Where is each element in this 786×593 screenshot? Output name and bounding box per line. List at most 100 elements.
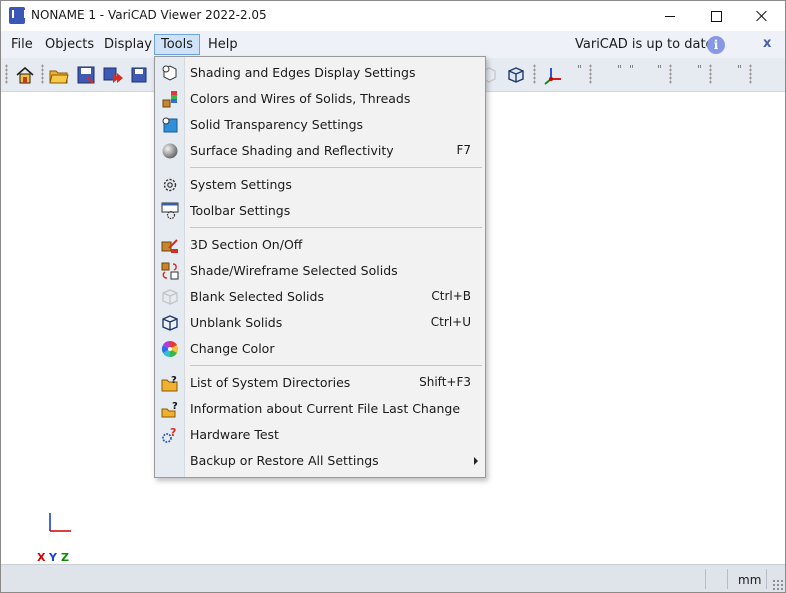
toolbar-tick: "	[617, 63, 624, 76]
toolbar-grip[interactable]	[533, 64, 536, 84]
axis-z-label: Z	[61, 551, 69, 564]
menu-item-shade-wireframe[interactable]: Shade/Wireframe Selected Solids	[155, 258, 485, 284]
menu-item-label: Change Color	[190, 341, 275, 356]
colors-icon	[162, 91, 177, 108]
toolbar-grip[interactable]	[5, 64, 8, 84]
menu-item-label: Hardware Test	[190, 427, 279, 442]
application-window: NONAME 1 - VariCAD Viewer 2022-2.05 File…	[0, 0, 786, 593]
toolbar-grip[interactable]	[749, 64, 752, 84]
menu-item-label: Backup or Restore All Settings	[190, 453, 379, 468]
cube-icon	[162, 315, 178, 331]
menu-item-change-color[interactable]: Change Color	[155, 336, 485, 362]
menu-item-label: Information about Current File Last Chan…	[190, 401, 461, 416]
dismiss-notification-button[interactable]: x	[763, 36, 771, 51]
menu-item-label: Shading and Edges Display Settings	[190, 65, 416, 80]
gear-icon	[163, 178, 177, 192]
resize-grip-icon[interactable]	[772, 579, 784, 591]
menu-help[interactable]: Help	[202, 35, 244, 54]
maximize-button[interactable]	[693, 1, 739, 31]
toolbar-settings-icon	[161, 202, 179, 220]
svg-text:?: ?	[172, 401, 178, 412]
menu-item-unblank-solids[interactable]: Unblank Solids Ctrl+U	[155, 310, 485, 336]
menu-item-surface-shading[interactable]: Surface Shading and Reflectivity F7	[155, 138, 485, 164]
toolbar-grip[interactable]	[41, 64, 44, 84]
menu-objects[interactable]: Objects	[39, 35, 100, 54]
toolbar-tick: "	[577, 63, 584, 76]
maximize-icon	[710, 10, 722, 22]
menu-separator	[190, 365, 482, 366]
save-icon[interactable]	[76, 65, 96, 85]
save-all-icon[interactable]	[130, 65, 150, 85]
update-status-text: VariCAD is up to date	[575, 37, 714, 52]
status-separator	[705, 569, 706, 589]
menu-item-toolbar-settings[interactable]: Toolbar Settings	[155, 198, 485, 224]
toolbar-grip[interactable]	[709, 64, 712, 84]
axis-x-label: X	[37, 551, 46, 564]
toolbar-tick: "	[629, 63, 636, 76]
status-separator	[766, 569, 767, 589]
menu-separator	[190, 227, 482, 228]
menu-item-label: Colors and Wires of Solids, Threads	[190, 91, 411, 106]
info-icon[interactable]: i	[707, 36, 725, 54]
cube-icon[interactable]	[506, 65, 526, 85]
menu-item-shortcut: Ctrl+U	[430, 315, 471, 329]
menu-item-backup-restore[interactable]: Backup or Restore All Settings	[155, 448, 485, 474]
unit-indicator: mm	[738, 573, 762, 587]
sphere-icon	[162, 143, 178, 159]
shading-icon	[162, 65, 177, 81]
folder-question-icon: ?	[161, 375, 178, 392]
status-separator	[727, 569, 728, 589]
menu-item-label: 3D Section On/Off	[190, 237, 303, 252]
menu-separator	[190, 167, 482, 168]
tools-menu-dropdown: Shading and Edges Display Settings Color…	[154, 56, 486, 478]
menu-item-system-directories[interactable]: ? List of System Directories Shift+F3	[155, 370, 485, 396]
menu-bar: File Objects Display Tools Help VariCAD …	[1, 31, 785, 58]
menu-file[interactable]: File	[5, 35, 39, 54]
minimize-icon	[665, 15, 675, 17]
menu-item-shortcut: Shift+F3	[419, 375, 471, 389]
home-icon[interactable]	[15, 65, 35, 85]
menu-item-label: Toolbar Settings	[190, 203, 291, 218]
menu-item-3d-section[interactable]: 3D Section On/Off	[155, 232, 485, 258]
status-bar: mm	[1, 564, 785, 592]
title-bar: NONAME 1 - VariCAD Viewer 2022-2.05	[1, 1, 785, 31]
window-title: NONAME 1 - VariCAD Viewer 2022-2.05	[31, 8, 267, 22]
menu-item-file-last-change[interactable]: ? Information about Current File Last Ch…	[155, 396, 485, 422]
minimize-button[interactable]	[647, 1, 693, 31]
menu-item-label: Surface Shading and Reflectivity	[190, 143, 394, 158]
close-button[interactable]	[739, 1, 785, 31]
svg-text:?: ?	[170, 426, 176, 439]
menu-item-shading-edges[interactable]: Shading and Edges Display Settings	[155, 60, 485, 86]
section-icon	[161, 239, 178, 253]
toolbar-tick: "	[657, 63, 664, 76]
menu-item-shortcut: Ctrl+B	[431, 289, 471, 303]
open-folder-icon[interactable]	[49, 65, 69, 85]
menu-item-colors-wires[interactable]: Colors and Wires of Solids, Threads	[155, 86, 485, 112]
menu-item-system-settings[interactable]: System Settings	[155, 172, 485, 198]
color-wheel-icon	[161, 340, 179, 358]
toolbar-grip[interactable]	[669, 64, 672, 84]
blank-cube-icon	[162, 289, 178, 305]
menu-item-blank-solids[interactable]: Blank Selected Solids Ctrl+B	[155, 284, 485, 310]
toolbar-tick: "	[697, 63, 704, 76]
menu-item-label: Solid Transparency Settings	[190, 117, 364, 132]
toolbar-tick: "	[737, 63, 744, 76]
hardware-test-icon: ?	[162, 426, 176, 443]
submenu-arrow-icon	[474, 457, 478, 465]
menu-item-label: Blank Selected Solids	[190, 289, 324, 304]
coordinate-axes-icon[interactable]	[543, 65, 563, 85]
menu-tools[interactable]: Tools	[154, 34, 201, 55]
toolbar-grip[interactable]	[589, 64, 592, 84]
menu-item-label: Unblank Solids	[190, 315, 283, 330]
menu-item-label: System Settings	[190, 177, 292, 192]
transparency-icon	[162, 117, 178, 133]
shade-wireframe-icon	[161, 262, 179, 280]
svg-text:?: ?	[171, 375, 177, 386]
menu-item-transparency[interactable]: Solid Transparency Settings	[155, 112, 485, 138]
menu-item-label: List of System Directories	[190, 375, 351, 390]
close-icon	[756, 10, 768, 22]
menu-item-label: Shade/Wireframe Selected Solids	[190, 263, 398, 278]
menu-item-hardware-test[interactable]: ? Hardware Test	[155, 422, 485, 448]
save-as-icon[interactable]	[103, 65, 123, 85]
menu-display[interactable]: Display	[98, 35, 158, 54]
